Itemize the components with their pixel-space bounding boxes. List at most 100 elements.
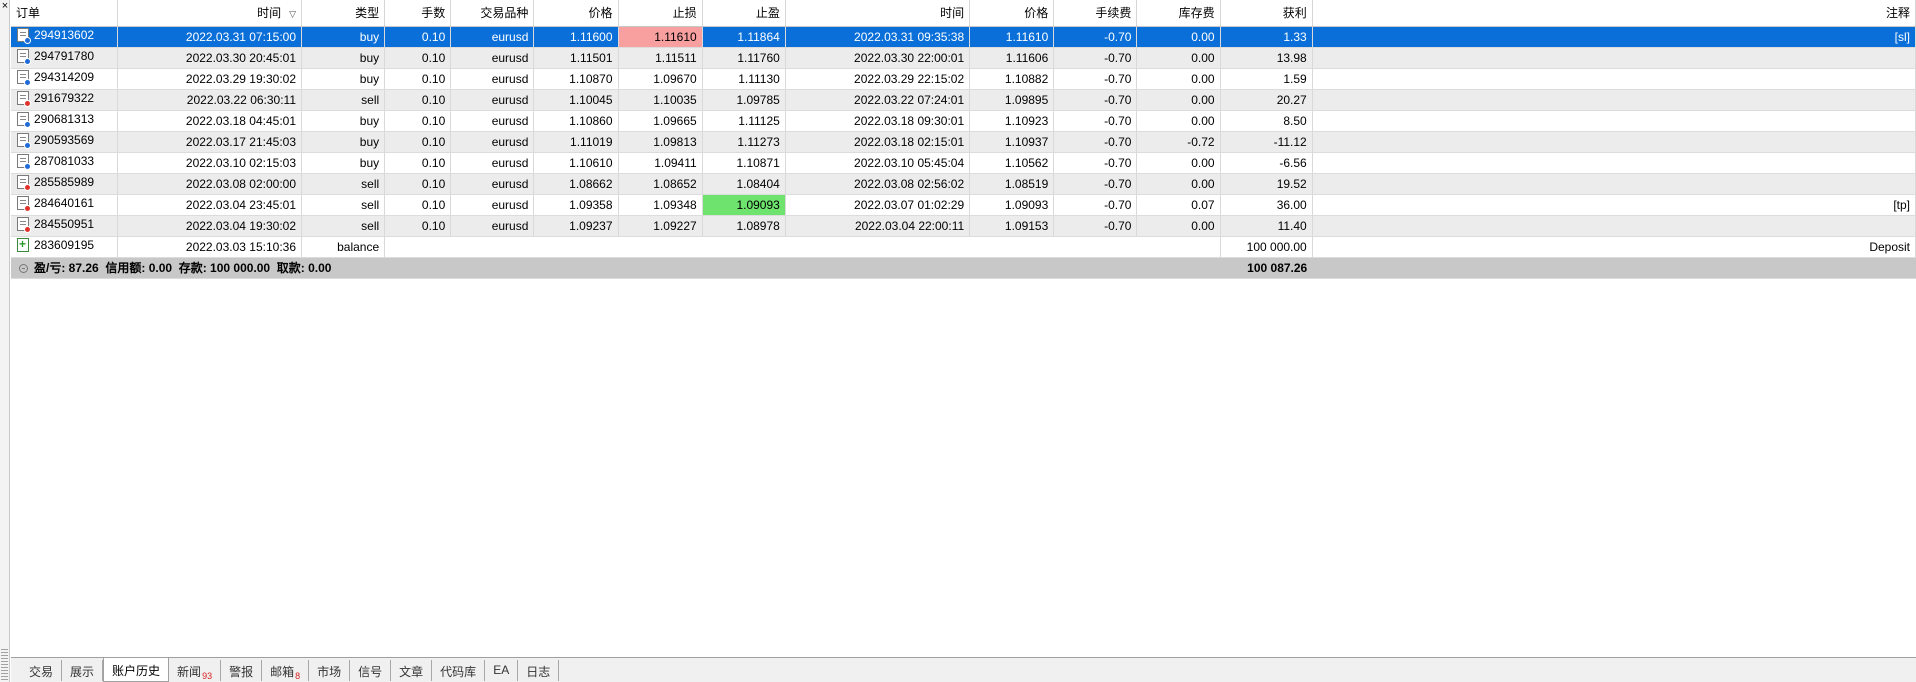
tab-4[interactable]: 警报 bbox=[221, 660, 263, 681]
tab-8[interactable]: 文章 bbox=[391, 660, 433, 681]
tab-7[interactable]: 信号 bbox=[350, 660, 392, 681]
cell-volume: 0.10 bbox=[384, 110, 452, 132]
table-row[interactable]: 294314209 2022.03.29 19:30:02 buy 0.10 eurus… bbox=[11, 68, 1916, 90]
tab-11[interactable]: 日志 bbox=[518, 660, 560, 681]
sell-dot-icon bbox=[24, 100, 31, 107]
cell-volume: 0.10 bbox=[384, 89, 452, 111]
table-row[interactable]: 290681313 2022.03.18 04:45:01 buy 0.10 eurus… bbox=[11, 110, 1916, 132]
col-symbol[interactable]: 交易品种 bbox=[450, 0, 535, 27]
col-comment-label: 注释 bbox=[1885, 6, 1910, 21]
cell-price: 1.09237 bbox=[533, 215, 619, 237]
order-number: 290681313 bbox=[34, 112, 95, 126]
cell-symbol: eurusd bbox=[450, 26, 535, 48]
col-profit[interactable]: 获利 bbox=[1220, 0, 1313, 27]
col-close-time[interactable]: 时间 bbox=[785, 0, 971, 27]
cell-stop-loss: 1.09348 bbox=[618, 194, 703, 216]
cell-take-profit: 1.08404 bbox=[702, 173, 786, 195]
cell-swap: 0.00 bbox=[1136, 110, 1221, 132]
cell-time: 2022.03.03 15:10:36 bbox=[117, 236, 303, 258]
cell-volume: 0.10 bbox=[384, 26, 452, 48]
table-row[interactable]: 284550951 2022.03.04 19:30:02 sell 0.10 euru… bbox=[11, 215, 1916, 237]
col-open-time[interactable]: 时间 ▽ bbox=[117, 0, 303, 27]
cell-symbol: eurusd bbox=[450, 110, 535, 132]
cell-open-time: 2022.03.29 19:30:02 bbox=[117, 68, 303, 90]
col-swap[interactable]: 库存费 bbox=[1136, 0, 1221, 27]
order-document-icon bbox=[17, 154, 31, 170]
table-row[interactable]: 285585989 2022.03.08 02:00:00 sell 0.10 euru… bbox=[11, 173, 1916, 195]
cell-order: 291679322 bbox=[11, 89, 118, 111]
cell-close-time: 2022.03.07 01:02:29 bbox=[785, 194, 971, 216]
cell-symbol: eurusd bbox=[450, 131, 535, 153]
cell-symbol: eurusd bbox=[450, 89, 535, 111]
col-open-time-label: 时间 bbox=[257, 6, 282, 21]
cell-order: 294314209 bbox=[11, 68, 118, 90]
sell-dot-icon bbox=[24, 226, 31, 233]
cell-commission: -0.70 bbox=[1053, 68, 1138, 90]
tab-label: 邮箱 bbox=[270, 665, 295, 679]
cell-order: 294791780 bbox=[11, 47, 118, 69]
cell-price: 1.09358 bbox=[533, 194, 619, 216]
tab-label: EA bbox=[493, 663, 510, 677]
drag-grip-icon[interactable] bbox=[1, 648, 8, 680]
col-volume[interactable]: 手数 bbox=[384, 0, 452, 27]
col-stop-loss[interactable]: 止损 bbox=[618, 0, 703, 27]
col-take-profit-label: 止盈 bbox=[755, 6, 780, 21]
cell-profit: -11.12 bbox=[1220, 131, 1313, 153]
tab-5[interactable]: 邮箱8 bbox=[262, 660, 310, 681]
close-icon[interactable]: × bbox=[0, 1, 10, 12]
cell-symbol: eurusd bbox=[450, 173, 535, 195]
balance-row[interactable]: 283609195 2022.03.03 15:10:36balance 100 0… bbox=[11, 236, 1916, 258]
tab-2[interactable]: 账户历史 bbox=[103, 658, 170, 682]
order-number: 290593569 bbox=[34, 133, 95, 147]
col-type[interactable]: 类型 bbox=[301, 0, 386, 27]
order-number: 287081033 bbox=[34, 154, 95, 168]
cell-swap: -0.72 bbox=[1136, 131, 1221, 153]
cell-swap: 0.07 bbox=[1136, 194, 1221, 216]
table-row[interactable]: 290593569 2022.03.17 21:45:03 buy 0.10 eurus… bbox=[11, 131, 1916, 153]
cell-swap: 0.00 bbox=[1136, 68, 1221, 90]
col-commission-label: 手续费 bbox=[1095, 6, 1132, 21]
tab-9[interactable]: 代码库 bbox=[432, 660, 486, 681]
cell-order: 285585989 bbox=[11, 173, 118, 195]
tab-label: 账户历史 bbox=[112, 664, 161, 678]
table-row[interactable]: 291679322 2022.03.22 06:30:11 sell 0.10 euru… bbox=[11, 89, 1916, 111]
order-document-icon bbox=[17, 91, 31, 107]
col-take-profit[interactable]: 止盈 bbox=[702, 0, 786, 27]
cell-profit: 11.40 bbox=[1220, 215, 1313, 237]
tab-6[interactable]: 市场 bbox=[309, 660, 351, 681]
col-commission[interactable]: 手续费 bbox=[1053, 0, 1138, 27]
col-close-price[interactable]: 价格 bbox=[969, 0, 1055, 27]
cell-swap: 0.00 bbox=[1136, 215, 1221, 237]
cell-swap: 0.00 bbox=[1136, 47, 1221, 69]
cell-price: 1.11501 bbox=[533, 47, 619, 69]
cell-order: 284550951 bbox=[11, 215, 118, 237]
toolbox-side-strip: × bbox=[0, 0, 10, 682]
table-row[interactable]: 294913602 2022.03.31 07:15:00 buy 0.10 eurus… bbox=[11, 26, 1916, 48]
tab-1[interactable]: 展示 bbox=[62, 660, 104, 681]
cell-commission: -0.70 bbox=[1053, 89, 1138, 111]
cell-type: sell bbox=[301, 194, 386, 216]
tab-badge: 8 bbox=[295, 671, 301, 681]
cell-type: sell bbox=[301, 173, 386, 195]
cell-stop-loss: 1.09670 bbox=[618, 68, 703, 90]
tab-10[interactable]: EA bbox=[485, 660, 519, 681]
tab-badge: 93 bbox=[202, 671, 213, 681]
cell-open-time: 2022.03.10 02:15:03 bbox=[117, 152, 303, 174]
cell-open-time: 2022.03.04 23:45:01 bbox=[117, 194, 303, 216]
table-row[interactable]: 287081033 2022.03.10 02:15:03 buy 0.10 eurus… bbox=[11, 152, 1916, 174]
cell-price: 1.10045 bbox=[533, 89, 619, 111]
col-comment[interactable]: 注释 bbox=[1312, 0, 1916, 27]
cell-take-profit: 1.08978 bbox=[702, 215, 786, 237]
cell-symbol: eurusd bbox=[450, 194, 535, 216]
cell-open-time: 2022.03.31 07:15:00 bbox=[117, 26, 303, 48]
cell-order: 290593569 bbox=[11, 131, 118, 153]
col-price[interactable]: 价格 bbox=[533, 0, 619, 27]
tab-3[interactable]: 新闻93 bbox=[169, 660, 222, 681]
col-order[interactable]: 订单 bbox=[11, 0, 118, 27]
table-row[interactable]: 294791780 2022.03.30 20:45:01 buy 0.10 eurus… bbox=[11, 47, 1916, 69]
table-row[interactable]: 284640161 2022.03.04 23:45:01 sell 0.10 euru… bbox=[11, 194, 1916, 216]
cell-profit: 1.33 bbox=[1220, 26, 1313, 48]
table-header-row: 订单 时间 ▽ 类型 手数 交易品种 价格 止损 止盈 时间 价格 手续费 库存费… bbox=[11, 0, 1916, 27]
tab-0[interactable]: 交易 bbox=[21, 660, 63, 681]
cell-open-time: 2022.03.08 02:00:00 bbox=[117, 173, 303, 195]
